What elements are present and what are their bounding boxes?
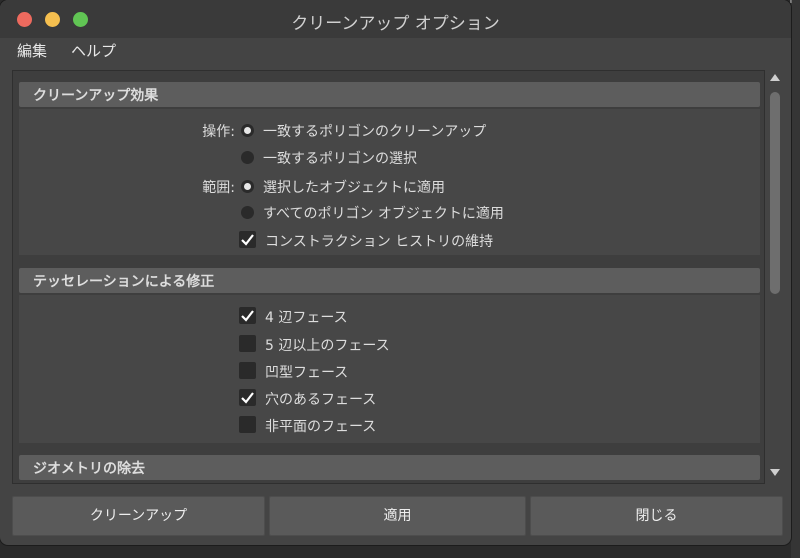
checkmark-icon (241, 310, 254, 322)
cleanup-button[interactable]: クリーンアップ (12, 496, 265, 536)
background-panel (791, 0, 800, 558)
close-button[interactable]: 閉じる (530, 496, 783, 536)
section-title: ジオメトリの除去 (33, 461, 145, 477)
nonplanar-faces-label[interactable]: 非平面のフェース (265, 416, 376, 436)
scroll-down-arrow-icon[interactable] (770, 469, 780, 476)
checkmark-icon (241, 392, 254, 404)
nsided-faces-label[interactable]: 5 辺以上のフェース (265, 335, 390, 355)
keep-history-checkbox[interactable] (239, 231, 256, 248)
scroll-up-arrow-icon[interactable] (770, 74, 780, 81)
section-body-tessellation: 4 辺フェース 5 辺以上のフェース 凹型フェース 穴のあるフェース 非平面のフ… (19, 295, 760, 443)
menu-edit[interactable]: 編集 (17, 40, 47, 61)
holed-faces-checkbox[interactable] (239, 389, 256, 406)
menu-bar: 編集 ヘルプ (0, 38, 791, 64)
operation-radio-select[interactable] (241, 151, 254, 164)
quad-faces-checkbox[interactable] (239, 307, 256, 324)
keep-history-label[interactable]: コンストラクション ヒストリの維持 (265, 231, 493, 251)
scope-option-selected[interactable]: 選択したオブジェクトに適用 (263, 177, 445, 197)
options-scroll-area: クリーンアップ効果 操作: 一致するポリゴンのクリーンアップ 一致するポリゴンの… (12, 70, 765, 484)
title-bar[interactable]: クリーンアップ オプション (0, 0, 791, 39)
holed-faces-label[interactable]: 穴のあるフェース (265, 389, 376, 409)
concave-faces-checkbox[interactable] (239, 362, 256, 379)
scroll-thumb[interactable] (770, 92, 780, 294)
apply-button[interactable]: 適用 (269, 496, 526, 536)
nsided-faces-checkbox[interactable] (239, 335, 256, 352)
operation-option-cleanup[interactable]: 一致するポリゴンのクリーンアップ (263, 121, 486, 141)
operation-option-select[interactable]: 一致するポリゴンの選択 (263, 148, 417, 168)
section-body-cleanup-effect: 操作: 一致するポリゴンのクリーンアップ 一致するポリゴンの選択 範囲: 選択し… (19, 109, 760, 255)
section-title: テッセレーションによる修正 (33, 274, 215, 290)
operation-label: 操作: (202, 124, 235, 140)
scope-radio-selected[interactable] (241, 180, 254, 193)
scope-label: 範囲: (202, 180, 235, 196)
window-title: クリーンアップ オプション (291, 14, 500, 34)
section-header-cleanup-effect[interactable]: クリーンアップ効果 (19, 82, 760, 107)
section-header-remove-geometry[interactable]: ジオメトリの除去 (19, 455, 760, 480)
quad-faces-label[interactable]: 4 辺フェース (265, 307, 348, 327)
menu-help[interactable]: ヘルプ (71, 40, 116, 61)
checkmark-icon (241, 234, 254, 246)
section-header-tessellation[interactable]: テッセレーションによる修正 (19, 268, 760, 293)
scope-radio-all[interactable] (241, 206, 254, 219)
section-title: クリーンアップ効果 (33, 88, 159, 104)
cleanup-options-window: クリーンアップ オプション 編集 ヘルプ クリーンアップ効果 操作: 一致するポ… (0, 0, 791, 545)
nonplanar-faces-checkbox[interactable] (239, 416, 256, 433)
vertical-scrollbar[interactable] (768, 70, 782, 482)
operation-radio-cleanup[interactable] (241, 124, 254, 137)
concave-faces-label[interactable]: 凹型フェース (265, 362, 348, 382)
scope-option-all[interactable]: すべてのポリゴン オブジェクトに適用 (263, 203, 504, 223)
